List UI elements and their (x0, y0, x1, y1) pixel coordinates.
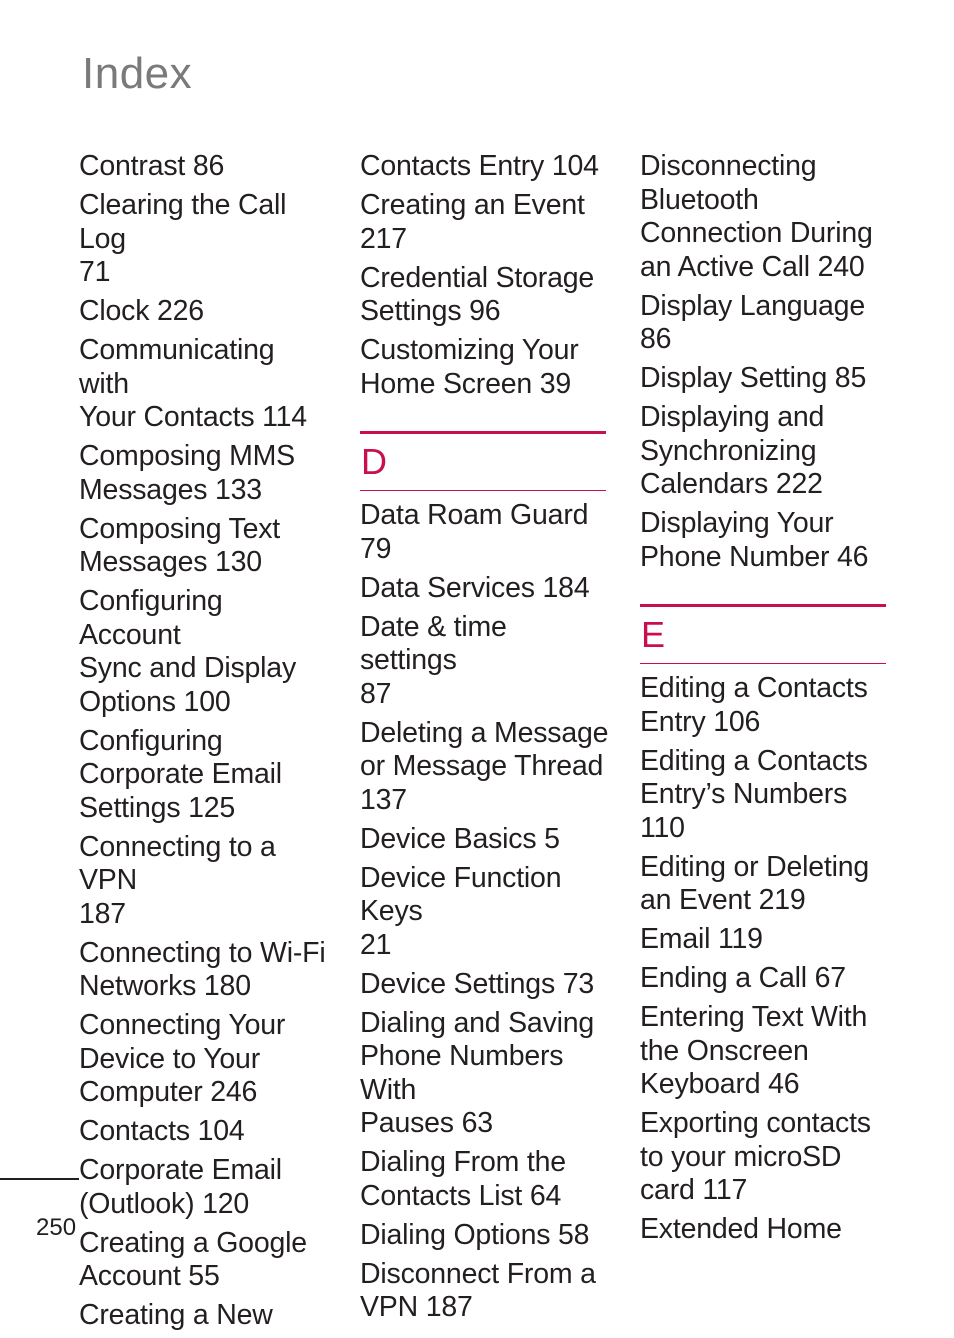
index-entry: Creating a New (79, 1299, 273, 1331)
index-entry: Display Setting 85 (640, 362, 867, 394)
index-entry: Deleting a Message or Message Thread 137 (360, 716, 609, 816)
index-entry: Dialing From the Contacts List 64 (360, 1146, 566, 1212)
index-entry: Exporting contacts to your microSD card … (640, 1107, 871, 1206)
entry-list: Disconnecting Bluetooth Connection Durin… (640, 150, 890, 574)
index-entry: Connecting to a VPN 187 (79, 830, 276, 930)
index-entry: Connecting Your Device to Your Computer … (79, 1009, 286, 1108)
index-entry: Device Function Keys 21 (360, 861, 562, 961)
index-entry: Configuring Corporate Email Settings 125 (79, 724, 282, 824)
index-entry: Ending a Call 67 (640, 962, 846, 994)
index-entry: Data Services 184 (360, 571, 590, 604)
index-entry: Entering Text With the Onscreen Keyboard… (640, 1001, 868, 1100)
entry-list: Contacts Entry 104 Creating an Event 217 C… (360, 150, 610, 401)
section-letter: D (361, 441, 387, 482)
section-header-e: E (640, 604, 886, 664)
index-column-2: Contacts Entry 104 Creating an Event 217 C… (360, 150, 610, 1330)
section-rule-bottom (360, 490, 606, 491)
entry-list: Contrast 86 Clearing the Call Log 71 Clock… (79, 150, 329, 1333)
index-entry: Editing a Contacts Entry 106 (640, 672, 868, 738)
index-entry: Corporate Email (Outlook) 120 (79, 1154, 282, 1220)
index-entry: Composing MMS Messages 133 (79, 440, 295, 506)
index-entry: Displaying Your Phone Number 46 (640, 507, 869, 573)
index-entry: Contrast 86 (79, 150, 225, 182)
index-entry: Contacts Entry 104 (360, 150, 599, 182)
page-title: Index (82, 49, 193, 98)
index-entry: Composing Text Messages 130 (79, 512, 281, 579)
index-entry: Customizing Your Home Screen 39 (360, 334, 579, 400)
index-column-1: Contrast 86 Clearing the Call Log 71 Clock… (79, 150, 329, 1338)
index-entry: Clock 226 (79, 295, 204, 327)
index-entry: Date & time settings 87 (360, 610, 507, 710)
index-entry: Disconnecting Bluetooth Connection Durin… (640, 150, 873, 283)
index-entry: Device Settings 73 (360, 967, 595, 1000)
index-entry: Dialing Options 58 (360, 1218, 590, 1251)
index-entry: Communicating with Your Contacts 114 (79, 334, 307, 433)
index-entry: Display Language 86 (640, 289, 865, 356)
index-entry: Credential Storage Settings 96 (360, 261, 595, 328)
index-column-3: Disconnecting Bluetooth Connection Durin… (640, 150, 890, 1252)
index-entry: Editing or Deleting an Event 219 (640, 850, 870, 917)
index-entry: Editing a Contacts Entry’s Numbers 110 (640, 744, 868, 844)
index-entry: Extended Home (640, 1213, 842, 1245)
index-entry: Contacts 104 (79, 1115, 245, 1147)
entry-list: Data Roam Guard 79 Data Services 184 Date … (360, 499, 610, 1325)
section-header-d: D (360, 431, 606, 491)
entry-list: Editing a Contacts Entry 106 Editing a Co… (640, 672, 890, 1247)
page-number: 250 (36, 1214, 77, 1241)
index-entry: Dialing and Saving Phone Numbers With Pa… (360, 1006, 595, 1140)
index-entry: Connecting to Wi-Fi Networks 180 (79, 936, 326, 1003)
index-entry: Clearing the Call Log 71 (79, 189, 287, 288)
index-entry: Displaying and Synchronizing Calendars 2… (640, 401, 825, 500)
index-entry: Disconnect From a VPN 187 (360, 1257, 596, 1324)
index-entry: Data Roam Guard 79 (360, 499, 589, 565)
index-entry: Configuring Account Sync and Display Opt… (79, 585, 296, 718)
footer-rule (0, 1178, 79, 1180)
section-rule-bottom (640, 663, 886, 664)
index-entry: Creating a Google Account 55 (79, 1226, 307, 1293)
section-letter: E (641, 614, 666, 655)
index-entry: Email 119 (640, 923, 763, 955)
index-entry: Creating an Event 217 (360, 189, 585, 255)
index-entry: Device Basics 5 (360, 822, 560, 855)
